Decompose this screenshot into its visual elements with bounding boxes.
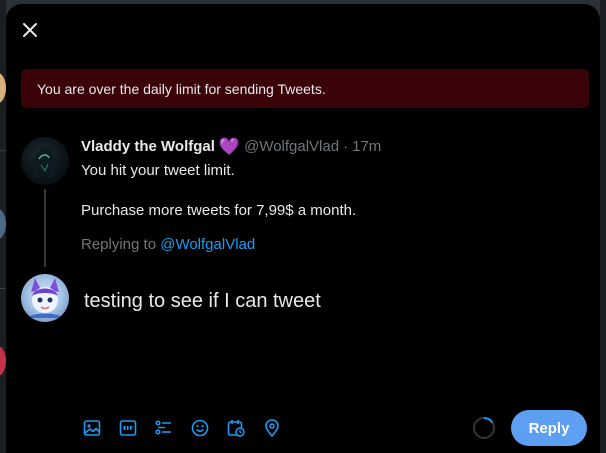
author-name[interactable]: Vladdy the Wolfgal bbox=[81, 138, 215, 155]
purple-heart-icon: 💜 bbox=[218, 137, 241, 156]
thread-connector bbox=[44, 189, 46, 267]
image-icon bbox=[83, 420, 101, 436]
author-avatar-art bbox=[32, 146, 56, 177]
close-button[interactable] bbox=[18, 18, 42, 42]
schedule-icon bbox=[227, 420, 245, 437]
emoji-icon bbox=[191, 419, 209, 437]
replying-to: Replying to @WolfgalVlad bbox=[81, 236, 255, 253]
error-banner-text: You are over the daily limit for sending… bbox=[37, 80, 326, 97]
close-icon bbox=[23, 23, 37, 37]
reply-button[interactable]: Reply bbox=[511, 410, 587, 446]
background-timeline-edge bbox=[600, 0, 606, 453]
user-avatar[interactable] bbox=[21, 274, 69, 322]
emoji-button[interactable] bbox=[188, 416, 212, 440]
header-separator: · bbox=[343, 138, 349, 155]
location-button[interactable] bbox=[260, 416, 284, 440]
author-avatar[interactable] bbox=[21, 137, 69, 185]
poll-button[interactable] bbox=[152, 416, 176, 440]
replying-to-handle[interactable]: @WolfgalVlad bbox=[160, 236, 255, 253]
character-count-ring bbox=[473, 417, 495, 439]
tweet-header: Vladdy the Wolfgal 💜 @WolfgalVlad · 17m bbox=[81, 138, 381, 155]
error-banner: You are over the daily limit for sending… bbox=[21, 69, 589, 108]
author-handle[interactable]: @WolfgalVlad bbox=[244, 138, 339, 155]
user-avatar-art bbox=[27, 278, 63, 318]
app-stage: You are over the daily limit for sending… bbox=[0, 0, 606, 453]
reply-modal: You are over the daily limit for sending… bbox=[6, 4, 600, 453]
tweet-time[interactable]: 17m bbox=[352, 138, 381, 155]
schedule-button[interactable] bbox=[224, 416, 248, 440]
compose-input[interactable]: testing to see if I can tweet bbox=[84, 290, 321, 313]
media-button[interactable] bbox=[80, 416, 104, 440]
tweet-text-line: You hit your tweet limit. bbox=[81, 162, 235, 179]
compose-toolbar bbox=[80, 416, 284, 440]
gif-button[interactable] bbox=[116, 416, 140, 440]
replying-to-prefix: Replying to bbox=[81, 236, 157, 253]
gif-icon bbox=[119, 420, 137, 436]
tweet-text-line: Purchase more tweets for 7,99$ a month. bbox=[81, 202, 357, 219]
poll-icon bbox=[155, 420, 171, 435]
location-icon bbox=[265, 419, 279, 437]
